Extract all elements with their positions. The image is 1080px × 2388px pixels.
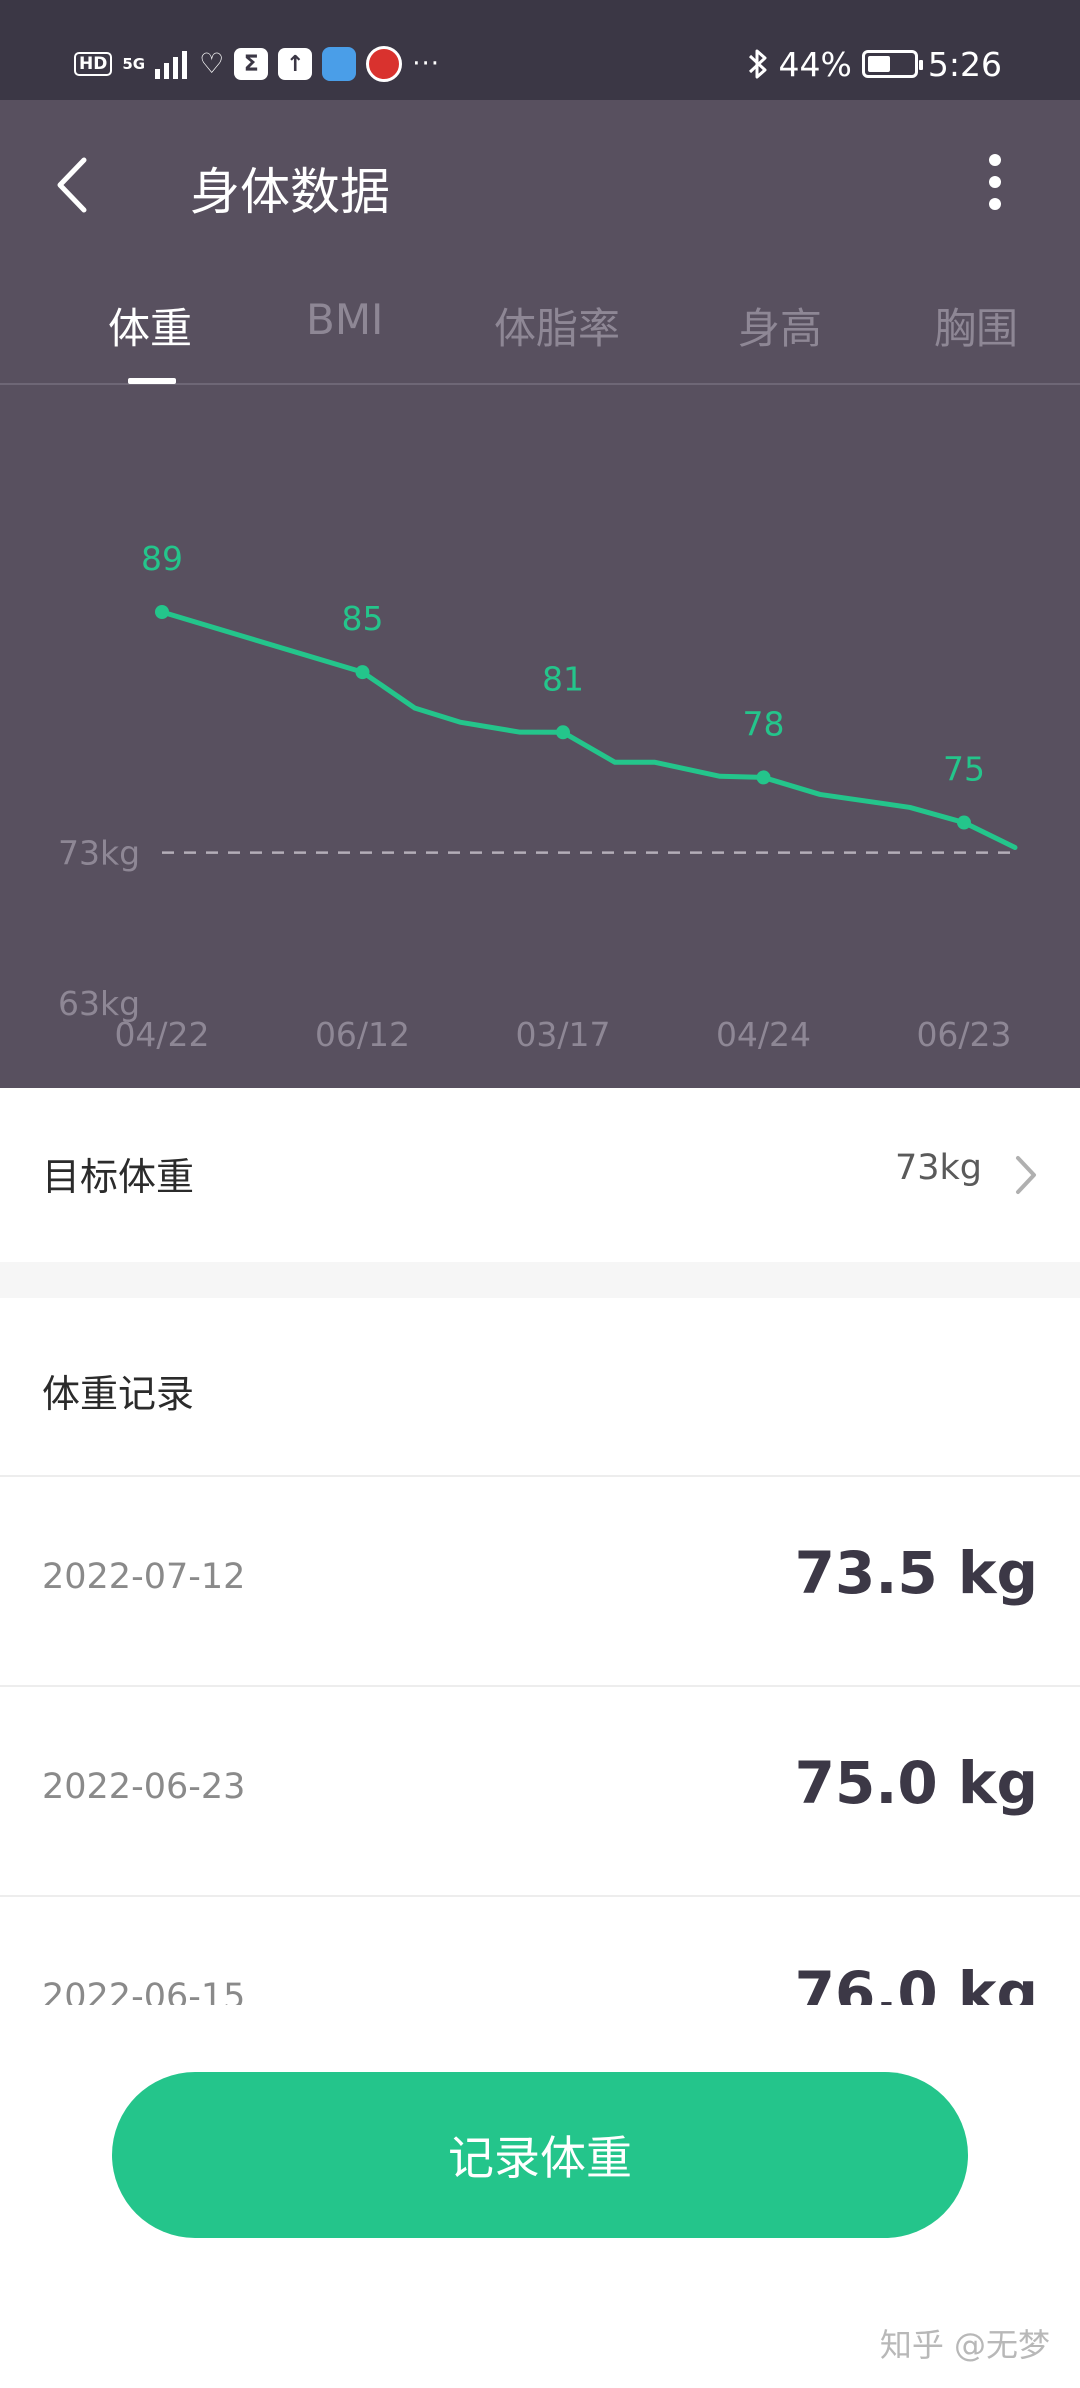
record-weight: 73.5 kg [794, 1539, 1038, 1607]
weight-chart: 73kg63kg8904/228506/128103/177804/247506… [58, 539, 1018, 1054]
sigma-app-icon: Σ [234, 48, 269, 80]
back-arrow-icon[interactable] [48, 150, 98, 220]
header-panel: 身体数据 体重 BMI 体脂率 身高 胸围 73kg 63kg 89 04/22 85 0… [0, 100, 1080, 1088]
active-tab-indicator [128, 378, 176, 384]
x-tick-label: 04/22 [114, 1015, 209, 1054]
more-vertical-icon[interactable] [980, 152, 1010, 212]
signal-bars-icon [155, 51, 188, 79]
tab-chest[interactable]: 胸围 [934, 295, 1018, 356]
records-title: 体重记录 [42, 1372, 195, 1416]
chevron-right-icon [1016, 1156, 1036, 1194]
x-tick-label: 04/24 [716, 1015, 811, 1054]
section-separator [0, 1262, 1080, 1298]
record-weight: 75.0 kg [794, 1749, 1038, 1817]
tab-body-fat[interactable]: 体脂率 [494, 295, 620, 356]
data-label: 75 [943, 750, 985, 789]
record-weight: 76.0 kg [794, 1959, 1038, 2005]
upload-app-icon: ↑ [278, 48, 313, 80]
watermark: 知乎 @无梦 [879, 2326, 1050, 2364]
data-point [355, 665, 370, 680]
data-point [556, 725, 570, 740]
weight-series-line [159, 609, 1018, 851]
x-tick-label: 06/23 [916, 1015, 1011, 1054]
tab-weight[interactable]: 体重 [108, 295, 192, 356]
target-weight-label: 目标体重 [42, 1155, 195, 1199]
status-bar: HD 5G ♡ Σ ↑ ··· 44% 5:26 [0, 0, 1080, 100]
metric-tabs: 体重 BMI 体脂率 身高 胸围 [0, 285, 1080, 385]
hd-icon: HD [74, 52, 113, 76]
data-point [756, 770, 771, 785]
battery-icon [861, 50, 923, 78]
more-notifications-icon: ··· [412, 49, 440, 79]
network-5g-icon: 5G [122, 54, 146, 73]
status-icons-left: HD 5G ♡ Σ ↑ ··· [74, 44, 440, 84]
tmall-app-icon [366, 46, 403, 82]
mobile-app-icon [322, 47, 357, 81]
tab-height[interactable]: 身高 [738, 295, 822, 356]
data-label: 81 [542, 659, 584, 698]
record-weight-button[interactable]: 记录体重 [112, 2072, 968, 2238]
x-tick-label: 06/12 [315, 1015, 410, 1054]
weight-record-list[interactable]: 2022-07-12 73.5 kg 2022-06-23 75.0 kg 20… [0, 1477, 1080, 2005]
x-tick-label: 03/17 [515, 1015, 610, 1054]
data-label: 85 [342, 599, 384, 638]
tab-bmi[interactable]: BMI [306, 295, 383, 344]
bluetooth-icon [748, 49, 767, 79]
record-date: 2022-07-12 [42, 1557, 246, 1597]
target-weight-row[interactable]: 目标体重 73kg [0, 1088, 1080, 1262]
target-weight-value: 73kg [894, 1148, 982, 1188]
health-heart-icon: ♡ [199, 47, 225, 80]
page-title: 身体数据 [190, 163, 390, 221]
record-date: 2022-06-23 [42, 1767, 246, 1807]
data-point [957, 815, 971, 830]
list-item[interactable]: 2022-07-12 73.5 kg [0, 1477, 1080, 1687]
y-tick-label: 73kg [58, 834, 140, 873]
battery-percent: 44% [778, 44, 852, 84]
list-item[interactable]: 2022-06-23 75.0 kg [0, 1687, 1080, 1897]
data-point [155, 605, 169, 619]
data-label: 78 [743, 704, 785, 743]
record-date: 2022-06-15 [42, 1977, 246, 2005]
status-icons-right: 44% 5:26 [747, 42, 1002, 86]
clock: 5:26 [927, 44, 1002, 84]
data-label: 89 [141, 539, 183, 578]
list-item[interactable]: 2022-06-15 76.0 kg [0, 1897, 1080, 2005]
